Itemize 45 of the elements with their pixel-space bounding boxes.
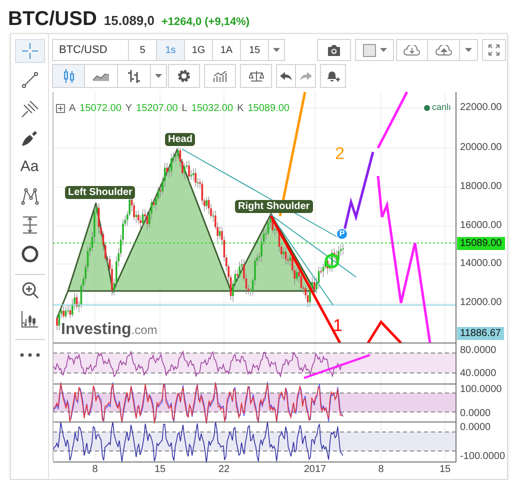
axis-label: 80.0000 [460, 345, 496, 356]
scenario-label: 1 [333, 315, 342, 337]
axis-label: 2017 [304, 464, 326, 476]
text-tool[interactable]: Aa [14, 155, 44, 179]
axis-label: 0.0000 [460, 422, 491, 433]
axis-label: 22 [218, 464, 230, 476]
scenario-label: 2 [335, 143, 344, 165]
pattern-label: Head [165, 133, 196, 146]
axis-label: 20000.00 [460, 142, 502, 154]
axis-label: 15 [154, 464, 166, 476]
axis-label: 12000.00 [460, 297, 502, 309]
legend-key: Y [125, 101, 132, 116]
axis-label: 8 [92, 464, 98, 476]
interval-button[interactable]: 15 [241, 39, 269, 61]
legend-key: K [237, 101, 244, 116]
axis-label: 40.0000 [460, 368, 496, 379]
price-marker-label: 11886.67 [457, 327, 504, 340]
investing-logo: Investing.com [61, 318, 158, 342]
symbol-title: BTC/USD [8, 7, 97, 32]
legend-value: 15089.00 [248, 102, 290, 116]
axis-label: -100.0000 [460, 451, 506, 462]
axis-label: 0.0000 [460, 408, 491, 419]
status-label: canlı [432, 101, 452, 114]
pattern-label: Left Shoulder [65, 186, 136, 199]
current-price-label: 15089.00 [457, 237, 505, 250]
legend-key: A [69, 101, 76, 116]
legend-value: 15032.00 [191, 102, 234, 116]
price-value: 15.089,0 [104, 12, 154, 30]
legend-value: 15207.00 [136, 102, 178, 116]
pattern-label: Right Shoulder [235, 200, 313, 213]
axis-label: 14000.00 [460, 258, 502, 270]
interval-button[interactable]: 5 [129, 39, 157, 61]
axis-label: 22000.00 [460, 102, 502, 114]
axis-label: 8 [378, 464, 384, 476]
axis-label: 16000.00 [460, 220, 502, 232]
interval-button[interactable]: 1A [213, 39, 241, 61]
price-change: +1264,0 (+9,14%) [162, 15, 250, 30]
marker-badge: P [336, 228, 348, 240]
legend-value: 15072.00 [80, 102, 122, 116]
symbol-field[interactable]: BTC/USD [52, 39, 129, 61]
legend-key: L [182, 101, 188, 116]
axis-label: 100.0000 [460, 384, 502, 395]
axis-label: 18000.00 [460, 181, 502, 193]
axis-label: 15 [439, 464, 451, 476]
interval-button[interactable]: 1G [185, 39, 213, 61]
